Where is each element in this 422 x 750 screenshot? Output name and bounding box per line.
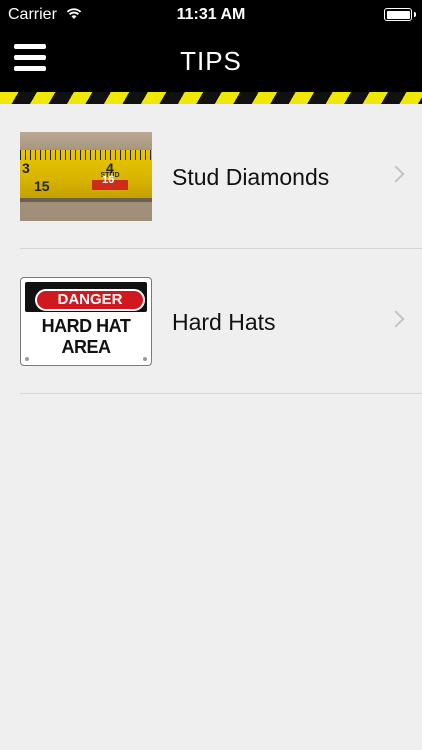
tape-number: 15 bbox=[34, 178, 50, 194]
chevron-right-icon bbox=[387, 165, 405, 183]
status-time: 11:31 AM bbox=[176, 6, 246, 23]
chevron-right-icon bbox=[387, 310, 405, 328]
list-item-label: Stud Diamonds bbox=[172, 164, 330, 190]
screw-icon bbox=[25, 357, 29, 361]
list-item-stud-diamonds[interactable]: 3 4 15 16 STUD Stud Diamonds bbox=[0, 104, 422, 249]
danger-header: DANGER bbox=[35, 289, 145, 311]
tape-number: 16 bbox=[102, 174, 115, 186]
screw-icon bbox=[143, 357, 147, 361]
page-title: TIPS bbox=[180, 46, 242, 76]
danger-sign-thumbnail: DANGER HARD HAT AREA bbox=[20, 277, 152, 366]
status-bar: Carrier 11:31 AM bbox=[0, 0, 422, 30]
tips-list: 3 4 15 16 STUD Stud Diamonds DANGER HARD… bbox=[0, 104, 422, 394]
list-item-hard-hats[interactable]: DANGER HARD HAT AREA Hard Hats bbox=[0, 249, 422, 394]
tape-measure-thumbnail: 3 4 15 16 STUD bbox=[20, 132, 152, 221]
sign-line: HARD HAT bbox=[41, 316, 131, 336]
battery-icon bbox=[384, 8, 416, 21]
sign-line: AREA bbox=[61, 337, 111, 357]
sign-text: HARD HAT AREA bbox=[21, 316, 151, 358]
navigation-bar: TIPS bbox=[0, 30, 422, 92]
list-item-label: Hard Hats bbox=[172, 309, 276, 335]
hazard-stripe bbox=[0, 92, 422, 104]
tape-number: 3 bbox=[22, 160, 30, 176]
row-divider bbox=[20, 393, 422, 394]
